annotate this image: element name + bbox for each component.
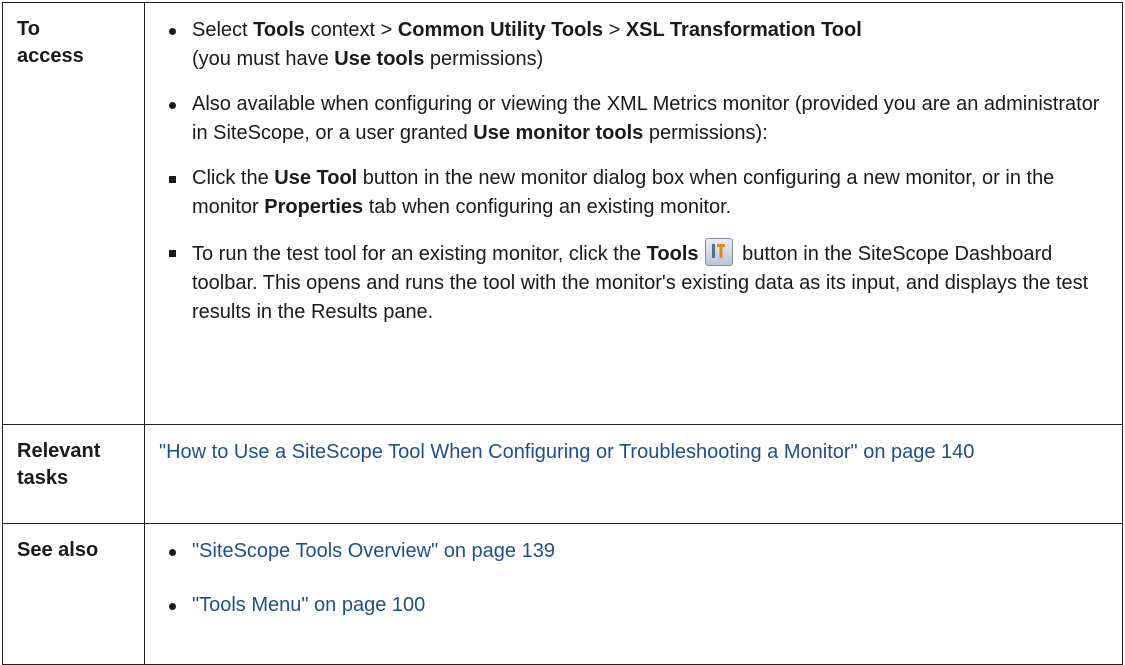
square-bullet (169, 250, 176, 257)
bullet-item: Also available when configuring or viewi… (145, 90, 1112, 148)
row-content: Select Tools context > Common Utility To… (144, 2, 1123, 425)
label-line: Relevant (17, 440, 101, 462)
row-to-access: To access Select Tools context > Common … (2, 2, 1123, 425)
info-table: To access Select Tools context > Common … (2, 2, 1123, 665)
text: (you must have (192, 48, 335, 70)
label-line: tasks (17, 467, 69, 489)
bullet-item: Select Tools context > Common Utility To… (145, 16, 1112, 74)
row-relevant-tasks: Relevant tasks "How to Use a SiteScope T… (2, 424, 1123, 524)
row-label: To access (2, 2, 145, 425)
label-line: See also (17, 539, 99, 561)
bold-text: Tools (646, 243, 699, 265)
row-content: "How to Use a SiteScope Tool When Config… (144, 424, 1123, 524)
row-label: See also (2, 523, 145, 665)
bold-text: Use Tool (274, 167, 358, 189)
bold-text: Use tools (334, 48, 425, 70)
square-bullet (169, 176, 176, 183)
bold-text: XSL Transformation Tool (625, 19, 862, 41)
text: > (603, 19, 626, 41)
bold-text: Properties (264, 196, 364, 218)
bullet-dot (169, 603, 176, 610)
text: To run the test tool for an existing mon… (192, 243, 647, 265)
sub-bullet-item: Click the Use Tool button in the new mon… (145, 164, 1112, 222)
tools-icon (704, 238, 733, 266)
text: context > (305, 19, 398, 41)
text: Select (192, 19, 254, 41)
bold-text: Use monitor tools (473, 122, 644, 144)
label-line: To (17, 18, 40, 40)
row-see-also: See also "SiteScope Tools Overview" on p… (2, 523, 1123, 665)
row-content: "SiteScope Tools Overview" on page 139 "… (144, 523, 1123, 665)
bullet-item: "Tools Menu" on page 100 (145, 591, 1112, 620)
bullet-dot (169, 549, 176, 556)
text: tab when configuring an existing monitor… (363, 196, 732, 218)
bold-text: Tools (253, 19, 306, 41)
bold-text: Common Utility Tools (397, 19, 604, 41)
bullet-item: "SiteScope Tools Overview" on page 139 (145, 537, 1112, 566)
row-label: Relevant tasks (2, 424, 145, 524)
label-line: access (17, 45, 84, 67)
see-also-link[interactable]: "Tools Menu" on page 100 (192, 594, 425, 616)
sub-bullet-item: To run the test tool for an existing mon… (145, 238, 1112, 327)
text: Click the (192, 167, 275, 189)
bullet-dot (169, 28, 176, 35)
link-container: "How to Use a SiteScope Tool When Config… (145, 438, 1112, 467)
bullet-dot (169, 102, 176, 109)
see-also-link[interactable]: "SiteScope Tools Overview" on page 139 (192, 540, 555, 562)
text: permissions): (643, 122, 768, 144)
text: permissions) (424, 48, 544, 70)
relevant-task-link[interactable]: "How to Use a SiteScope Tool When Config… (159, 441, 974, 463)
